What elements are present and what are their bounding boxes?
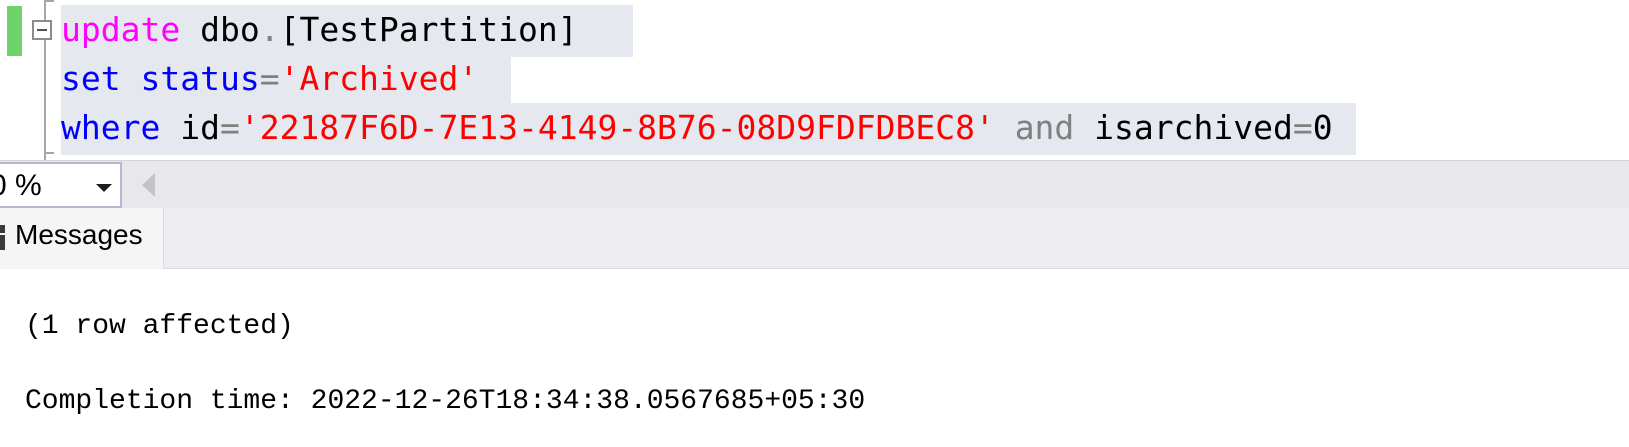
code-line-2[interactable]: set status='Archived'	[61, 54, 478, 104]
keyword-and: and	[1014, 108, 1075, 147]
messages-icon	[0, 225, 5, 250]
schema-name: dbo	[180, 10, 260, 49]
equals-operator: =	[219, 108, 240, 147]
message-completion-time: Completion time: 2022-12-26T18:34:38.056…	[25, 386, 866, 417]
code-line-3[interactable]: where id='22187F6D-7E13-4149-8B76-08D9FD…	[61, 103, 1333, 153]
query-editor[interactable]: update dbo.[TestPartition] set status='A…	[0, 0, 1629, 160]
results-tab-strip: Messages	[0, 208, 1629, 269]
outline-guide-end	[44, 152, 54, 154]
code-line-1[interactable]: update dbo.[TestPartition]	[61, 5, 578, 55]
equals-operator: =	[1292, 108, 1313, 147]
outline-guide-top	[44, 0, 54, 2]
editor-status-strip: 0 %	[0, 160, 1629, 208]
keyword-set: set	[61, 59, 121, 98]
column-isarchived: isarchived	[1074, 108, 1293, 147]
messages-pane[interactable]: (1 row affected) Completion time: 2022-1…	[0, 269, 1629, 447]
string-literal-guid: '22187F6D-7E13-4149-8B76-08D9FDFDBEC8'	[239, 108, 995, 147]
keyword-where: where	[61, 108, 161, 147]
equals-operator: =	[259, 59, 280, 98]
tab-messages[interactable]: Messages	[0, 208, 164, 269]
column-status: status	[140, 59, 260, 98]
scroll-left-arrow-icon[interactable]	[142, 173, 155, 197]
tab-messages-label: Messages	[15, 219, 143, 250]
column-id: id	[160, 108, 220, 147]
string-literal-archived: 'Archived'	[279, 59, 479, 98]
message-rows-affected: (1 row affected)	[25, 311, 294, 342]
table-name: [TestPartition]	[279, 10, 578, 49]
query-window: update dbo.[TestPartition] set status='A…	[0, 0, 1629, 447]
changed-lines-marker	[7, 6, 22, 56]
keyword-update: update	[61, 10, 181, 49]
dot-operator: .	[259, 10, 280, 49]
chevron-down-icon[interactable]	[96, 184, 112, 192]
zoom-dropdown[interactable]: 0 %	[0, 162, 122, 208]
collapse-minus-icon[interactable]	[32, 20, 52, 40]
number-literal: 0	[1312, 108, 1333, 147]
zoom-value: 0 %	[0, 169, 42, 202]
